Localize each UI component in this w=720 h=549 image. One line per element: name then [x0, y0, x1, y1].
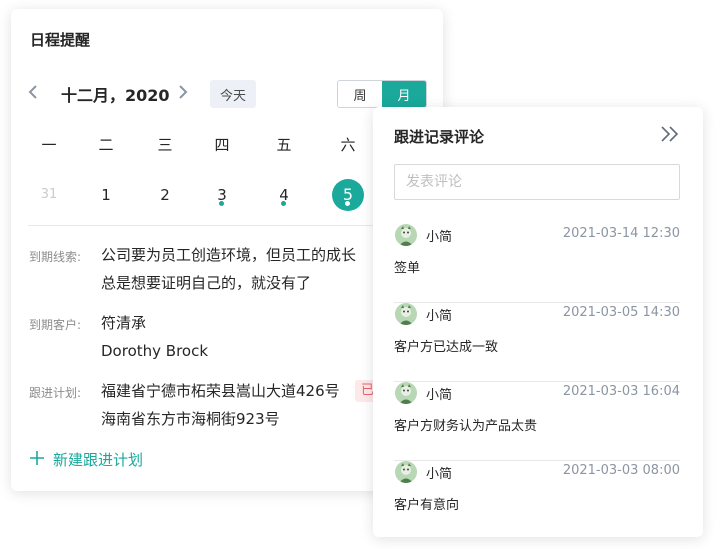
comment-user: 小简 [426, 230, 453, 245]
due-customer-name[interactable]: 符清承 [101, 310, 146, 336]
due-lead-text[interactable]: 总是想要证明自己的，就没有了 [101, 270, 311, 296]
schedule-title: 日程提醒 [30, 31, 91, 49]
calendar-day[interactable]: 4 [268, 179, 300, 211]
avatar [395, 461, 417, 483]
comment-time: 2021-03-05 14:30 [562, 305, 680, 320]
comment-text: 客户有意向 [394, 498, 460, 513]
calendar-day-selected[interactable]: 5 [332, 179, 364, 211]
month-view-button[interactable]: 月 [382, 81, 426, 107]
comment-item: 小简 2021-03-14 12:30 签单 [394, 224, 680, 303]
due-lead-text[interactable]: 公司要为员工创造环境，但员工的成长 [101, 242, 356, 268]
followup-address[interactable]: 海南省东方市海桐街923号 [101, 406, 280, 432]
weekday-label: 四 [214, 136, 230, 154]
next-month-icon[interactable] [177, 83, 189, 103]
comment-time: 2021-03-14 12:30 [562, 226, 680, 241]
event-dot [345, 201, 350, 206]
today-button[interactable]: 今天 [210, 80, 256, 108]
comment-user: 小简 [426, 467, 453, 482]
calendar-day[interactable]: 1 [90, 179, 122, 211]
month-label: 十二月，2020 [61, 86, 170, 105]
comment-item: 小简 2021-03-05 14:30 客户方已达成一致 [394, 303, 680, 382]
due-customer-name[interactable]: Dorothy Brock [101, 338, 208, 364]
calendar-day[interactable]: 3 [206, 179, 238, 211]
comment-user: 小简 [426, 309, 453, 324]
comment-time: 2021-03-03 08:00 [562, 463, 680, 478]
new-followup-plan-label: 新建跟进计划 [53, 451, 144, 469]
weekday-label: 一 [41, 136, 57, 154]
weekday-label: 六 [340, 136, 356, 154]
followup-address[interactable]: 福建省宁德市柘荣县嵩山大道426号 [101, 378, 340, 404]
comment-input[interactable] [394, 164, 680, 200]
event-dot [281, 201, 286, 206]
prev-month-icon[interactable] [27, 83, 39, 103]
collapse-icon[interactable] [660, 125, 680, 143]
comment-text: 签单 [394, 261, 421, 276]
comment-item: 小简 2021-03-03 08:00 客户有意向 [394, 461, 680, 540]
weekday-label: 五 [276, 136, 292, 154]
comment-item: 小简 2021-03-03 16:04 客户方财务认为产品太贵 [394, 382, 680, 461]
followup-label: 跟进计划: [29, 386, 82, 400]
comments-panel: 跟进记录评论 小简 2021-03-14 12:30 签单 小简 2021-03… [373, 107, 703, 537]
weekday-label: 三 [157, 136, 173, 154]
avatar [395, 224, 417, 246]
avatar [395, 382, 417, 404]
comment-text: 客户方已达成一致 [394, 340, 499, 355]
calendar-day[interactable]: 2 [149, 179, 181, 211]
calendar-day[interactable]: 31 [33, 179, 65, 211]
comment-time: 2021-03-03 16:04 [562, 384, 680, 399]
view-toggle: 周 月 [337, 80, 427, 108]
comments-title: 跟进记录评论 [394, 128, 485, 146]
avatar [395, 303, 417, 325]
new-followup-plan-button[interactable]: 新建跟进计划 [29, 449, 143, 470]
event-dot [219, 201, 224, 206]
divider [28, 225, 428, 226]
plus-icon [29, 450, 45, 470]
due-customers-label: 到期客户: [29, 318, 82, 332]
comment-user: 小简 [426, 388, 453, 403]
comment-text: 客户方财务认为产品太贵 [394, 419, 538, 434]
due-leads-label: 到期线索: [29, 250, 82, 264]
weekday-label: 二 [98, 136, 114, 154]
week-view-button[interactable]: 周 [338, 81, 382, 107]
